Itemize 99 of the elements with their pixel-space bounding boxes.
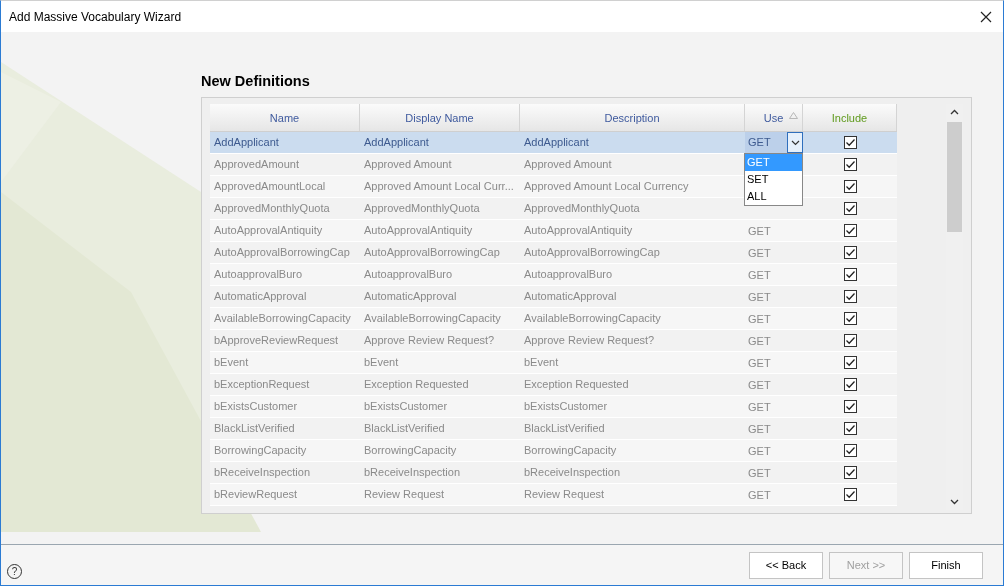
- column-header[interactable]: Include: [803, 104, 897, 131]
- table-cell-text: Exception Requested: [523, 377, 630, 392]
- table-cell-text: bExistsCustomer: [363, 399, 449, 414]
- table-cell-text: bEvent: [363, 355, 400, 370]
- table-row[interactable]: BorrowingCapacity BorrowingCapacity BorrowingCapacity GET: [210, 440, 897, 462]
- table-cell-text: GET: [747, 422, 771, 435]
- dropdown-option[interactable]: GET: [745, 154, 802, 171]
- table-cell-text: AddApplicant: [363, 135, 430, 150]
- checkbox[interactable]: [843, 466, 857, 479]
- checkbox[interactable]: [843, 290, 857, 303]
- table-cell-text: GET: [747, 334, 771, 347]
- column-header[interactable]: Name: [210, 104, 360, 131]
- checkbox[interactable]: [843, 488, 857, 501]
- table-cell-text: GET: [747, 378, 771, 391]
- use-dropdown[interactable]: GET: [745, 132, 803, 153]
- table-cell-text: AutoApprovalBorrowingCap: [523, 245, 661, 260]
- table-cell-text: BlackListVerified: [363, 421, 446, 436]
- table-cell-text: BorrowingCapacity: [523, 443, 618, 458]
- table-cell-text: Exception Requested: [363, 377, 470, 392]
- table-cell-text: Approved Amount Local Curr...: [363, 179, 515, 194]
- table-cell-text: AutoApprovalBorrowingCap: [213, 245, 351, 260]
- checkbox[interactable]: [843, 158, 857, 171]
- wizard-button[interactable]: Finish: [909, 551, 983, 579]
- table-cell-text: Approved Amount: [523, 157, 613, 172]
- table-cell-text: GET: [747, 246, 771, 259]
- table-cell-text: GET: [747, 400, 771, 413]
- table-cell-text: bExceptionRequest: [213, 377, 311, 392]
- checkbox[interactable]: [843, 356, 857, 369]
- table-cell-text: AvailableBorrowingCapacity: [523, 311, 662, 326]
- table-row[interactable]: bReviewRequest Review Request Review Request GET: [210, 484, 897, 506]
- table-cell-text: AddApplicant: [213, 135, 280, 150]
- table-cell-text: GET: [747, 488, 771, 501]
- table-cell-text: AutoapprovalBuro: [523, 267, 614, 282]
- table-cell-text: AutomaticApproval: [213, 289, 308, 304]
- table-row[interactable]: bEvent bEvent bEvent GET: [210, 352, 897, 374]
- table-cell-text: GET: [747, 312, 771, 325]
- table-cell-text: AutomaticApproval: [363, 289, 458, 304]
- table-cell-text: BlackListVerified: [213, 421, 296, 436]
- table-cell-text: Approved Amount: [363, 157, 453, 172]
- checkbox[interactable]: [843, 268, 857, 281]
- table-cell-text: GET: [747, 268, 771, 281]
- table-cell-text: BorrowingCapacity: [363, 443, 458, 458]
- close-icon[interactable]: [980, 10, 992, 23]
- chevron-down-icon: [790, 139, 800, 146]
- table-cell-text: bReceiveInspection: [213, 465, 311, 480]
- table-cell-text: GET: [747, 466, 771, 479]
- table-cell-text: AutoApprovalAntiquity: [213, 223, 324, 238]
- table-cell-text: bReviewRequest: [213, 487, 299, 502]
- section-heading: New Definitions: [201, 73, 310, 91]
- table-cell-text: ApprovedAmount: [213, 157, 300, 172]
- table-cell-text: bEvent: [213, 355, 250, 370]
- table-cell-text: Approve Review Request?: [363, 333, 496, 348]
- scroll-thumb[interactable]: [947, 122, 962, 232]
- table-cell-text: bExistsCustomer: [213, 399, 299, 414]
- checkbox[interactable]: [843, 202, 857, 215]
- table-cell-text: AvailableBorrowingCapacity: [363, 311, 502, 326]
- checkbox[interactable]: [843, 422, 857, 435]
- column-header[interactable]: Description: [520, 104, 745, 131]
- table-cell-text: AutomaticApproval: [523, 289, 618, 304]
- wizard-button[interactable]: << Back: [749, 551, 823, 579]
- table-cell-text: bReceiveInspection: [523, 465, 621, 480]
- checkbox[interactable]: [843, 400, 857, 413]
- table-cell-text: AvailableBorrowingCapacity: [213, 311, 352, 326]
- table-cell-text: Review Request: [363, 487, 446, 502]
- table-cell-text: AutoApprovalAntiquity: [363, 223, 474, 238]
- checkbox[interactable]: [843, 444, 857, 457]
- table-cell-text: GET: [747, 224, 771, 237]
- table-cell-text: bExistsCustomer: [523, 399, 609, 414]
- checkbox[interactable]: [843, 312, 857, 325]
- column-header[interactable]: Display Name: [360, 104, 520, 131]
- table-cell-text: GET: [747, 444, 771, 457]
- table-cell-text: Approve Review Request?: [523, 333, 656, 348]
- table-cell-text: AutoapprovalBuro: [363, 267, 454, 282]
- checkbox[interactable]: [843, 136, 857, 149]
- table-cell-text: BlackListVerified: [523, 421, 606, 436]
- table-cell-text: bReceiveInspection: [363, 465, 461, 480]
- table-cell-text: AutoApprovalBorrowingCap: [363, 245, 501, 260]
- checkbox[interactable]: [843, 334, 857, 347]
- table-cell-text: AddApplicant: [523, 135, 590, 150]
- table-row[interactable]: AvailableBorrowingCapacity AvailableBorrowingCapacity AvailableBorrowingCapacity GET: [210, 308, 897, 330]
- table-row[interactable]: AutoapprovalBuro AutoapprovalBuro AutoapprovalBuro GET: [210, 264, 897, 286]
- column-header[interactable]: Use: [745, 104, 803, 131]
- table-cell-text: GET: [747, 290, 771, 303]
- window-title: Add Massive Vocabulary Wizard: [9, 9, 183, 24]
- checkbox[interactable]: [843, 180, 857, 193]
- table-cell-text: BorrowingCapacity: [213, 443, 308, 458]
- checkbox[interactable]: [843, 224, 857, 237]
- table-cell-text: AutoApprovalAntiquity: [523, 223, 634, 238]
- table-cell-text: AutoapprovalBuro: [213, 267, 304, 282]
- table-row[interactable]: AutoApprovalAntiquity AutoApprovalAntiquity AutoApprovalAntiquity GET: [210, 220, 897, 242]
- table-cell-text: bEvent: [523, 355, 560, 370]
- table-cell-text: Review Request: [523, 487, 606, 502]
- checkbox[interactable]: [843, 378, 857, 391]
- checkbox[interactable]: [843, 246, 857, 259]
- table-row[interactable]: bExistsCustomer bExistsCustomer bExistsCustomer GET: [210, 396, 897, 418]
- table-cell-text: bApproveReviewRequest: [213, 333, 340, 348]
- table-cell-text: GET: [747, 356, 771, 369]
- table-cell-text: ApprovedAmountLocal: [213, 179, 327, 194]
- table-cell-text: Approved Amount Local Currency: [523, 179, 690, 194]
